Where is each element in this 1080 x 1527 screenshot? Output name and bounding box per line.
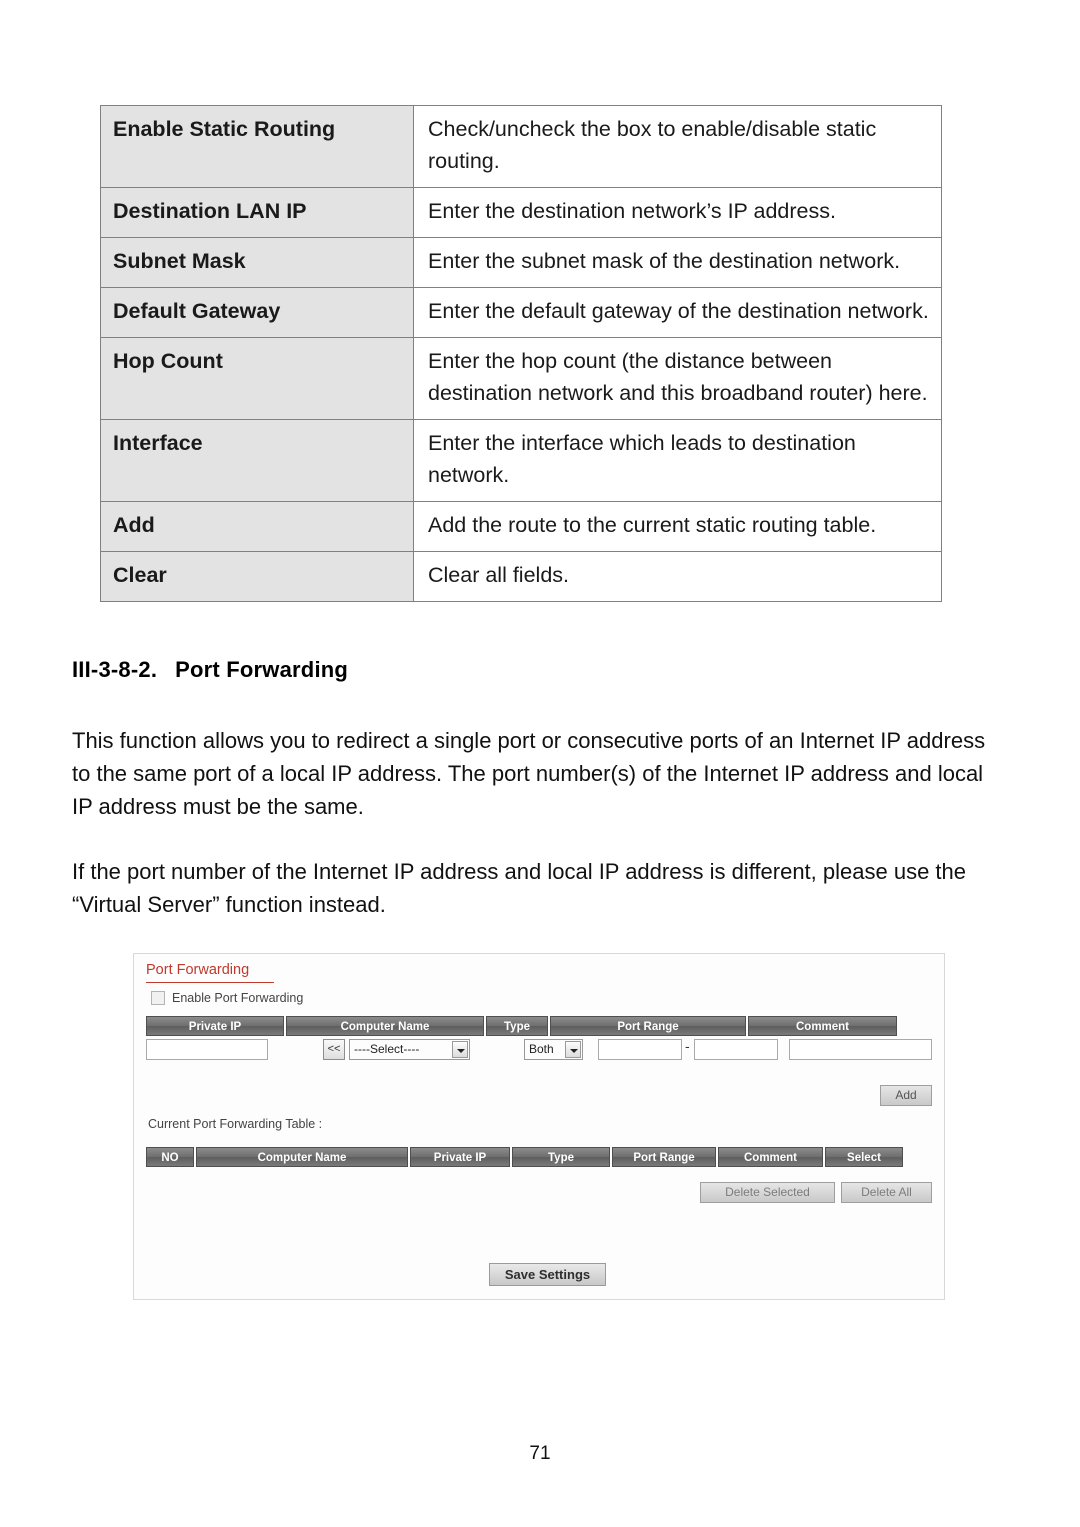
delete-selected-button[interactable]: Delete Selected [700,1182,835,1203]
body-paragraph-2: If the port number of the Internet IP ad… [72,859,966,917]
description-cell: Check/uncheck the box to enable/disable … [413,105,942,188]
header-type: Type [486,1016,548,1036]
description-cell: Enter the interface which leads to desti… [413,419,942,502]
header-select: Select [825,1147,903,1167]
definition-table: Enable Static Routing Check/uncheck the … [100,105,942,602]
document-page: Enable Static Routing Check/uncheck the … [0,0,1080,1527]
term-cell: Hop Count [100,337,414,420]
section-heading: III-3-8-2. Port Forwarding [72,657,348,683]
body-paragraph-1: This function allows you to redirect a s… [72,728,986,819]
header-comment: Comment [748,1016,897,1036]
header-comment-2: Comment [718,1147,823,1167]
port-range-end-input[interactable] [694,1039,778,1060]
header-private-ip-2: Private IP [410,1147,510,1167]
section-number: III-3-8-2. [72,657,158,682]
description-cell: Enter the default gateway of the destina… [413,287,942,338]
private-ip-input[interactable] [146,1039,268,1060]
add-button[interactable]: Add [880,1085,932,1106]
table-row: Add Add the route to the current static … [100,501,942,552]
header-computer-name-2: Computer Name [196,1147,408,1167]
chevron-down-icon[interactable] [565,1041,581,1058]
router-ui-screenshot: Port Forwarding Enable Port Forwarding P… [133,953,945,1300]
port-range-separator: - [685,1040,690,1055]
term-cell: Add [100,501,414,552]
description-cell: Enter the destination network’s IP addre… [413,187,942,238]
save-settings-button[interactable]: Save Settings [489,1263,606,1286]
type-select[interactable]: Both [524,1039,583,1060]
copy-computer-name-button[interactable]: << [323,1039,345,1060]
table-row: Clear Clear all fields. [100,551,942,602]
title-underline [146,982,274,983]
current-table-label: Current Port Forwarding Table : [148,1117,323,1131]
section-title: Port Forwarding [175,657,349,682]
entry-header-row: Private IP Computer Name Type Port Range… [146,1016,897,1036]
header-type-2: Type [512,1147,610,1167]
comment-input[interactable] [789,1039,932,1060]
port-range-start-input[interactable] [598,1039,682,1060]
term-cell: Default Gateway [100,287,414,338]
header-private-ip: Private IP [146,1016,284,1036]
table-row: Interface Enter the interface which lead… [100,419,942,502]
enable-port-forwarding-row[interactable]: Enable Port Forwarding [151,991,303,1005]
description-cell: Add the route to the current static rout… [413,501,942,552]
screenshot-title: Port Forwarding [146,962,250,978]
term-cell: Interface [100,419,414,502]
term-cell: Subnet Mask [100,237,414,288]
delete-all-button[interactable]: Delete All [841,1182,932,1203]
header-port-range-2: Port Range [612,1147,716,1167]
table-row: Hop Count Enter the hop count (the dista… [100,337,942,420]
header-computer-name: Computer Name [286,1016,484,1036]
description-cell: Enter the hop count (the distance betwee… [413,337,942,420]
term-cell: Destination LAN IP [100,187,414,238]
computer-name-select-value: ----Select---- [354,1042,420,1056]
current-table-header-row: NO Computer Name Private IP Type Port Ra… [146,1147,903,1167]
description-cell: Enter the subnet mask of the destination… [413,237,942,288]
computer-name-select[interactable]: ----Select---- [349,1039,470,1060]
header-no: NO [146,1147,194,1167]
header-port-range: Port Range [550,1016,746,1036]
table-row: Subnet Mask Enter the subnet mask of the… [100,237,942,288]
term-cell: Enable Static Routing [100,105,414,188]
enable-port-forwarding-label: Enable Port Forwarding [172,991,304,1005]
enable-port-forwarding-checkbox[interactable] [151,991,165,1005]
term-cell: Clear [100,551,414,602]
table-row: Default Gateway Enter the default gatewa… [100,287,942,338]
chevron-down-icon[interactable] [452,1041,468,1058]
page-number: 71 [529,1443,551,1464]
description-cell: Clear all fields. [413,551,942,602]
table-row: Destination LAN IP Enter the destination… [100,187,942,238]
table-row: Enable Static Routing Check/uncheck the … [100,105,942,188]
type-select-value: Both [529,1042,554,1056]
